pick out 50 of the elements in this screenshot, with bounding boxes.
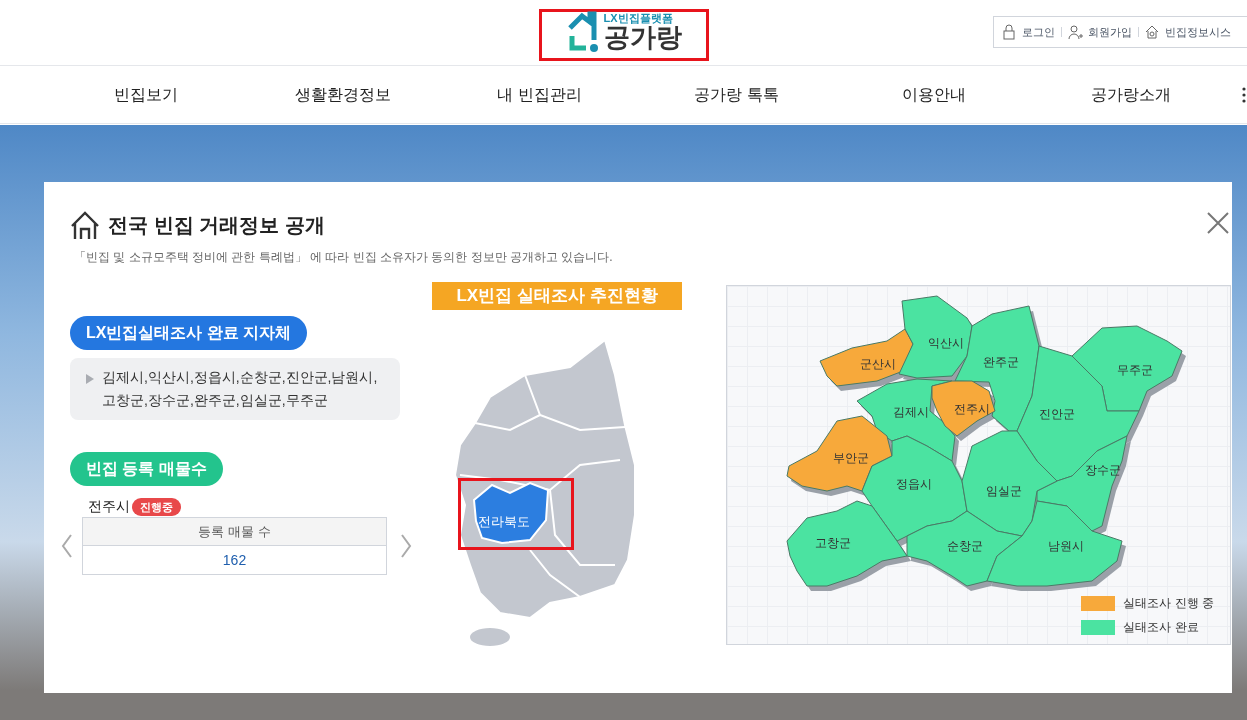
province-label: 전라북도 bbox=[478, 514, 530, 529]
region-label: 정읍시 bbox=[896, 477, 932, 491]
house-icon bbox=[1145, 24, 1161, 40]
nav-link[interactable]: 공가랑 톡톡 bbox=[638, 82, 835, 107]
region-label: 익산시 bbox=[928, 336, 964, 350]
modal-title: 전국 빈집 거래정보 공개 bbox=[108, 213, 325, 238]
nav-link[interactable]: 이용안내 bbox=[835, 82, 1032, 107]
region-label: 김제시 bbox=[893, 405, 929, 419]
nav-link[interactable]: 공가랑소개 bbox=[1032, 82, 1229, 107]
nav-link[interactable]: 내 빈집관리 bbox=[441, 82, 638, 107]
district-list-line: 김제시,익산시,정읍시,순창군,진안군,남원시, bbox=[102, 368, 378, 387]
map-title: LX빈집 실태조사 추진현황 bbox=[432, 282, 682, 310]
utility-link[interactable]: 로그인 bbox=[1002, 23, 1055, 41]
section-heading: 빈집 등록 매물수 bbox=[70, 452, 223, 486]
region-label: 부안군 bbox=[833, 451, 869, 465]
user-plus-icon bbox=[1068, 24, 1084, 40]
region-label: 무주군 bbox=[1117, 363, 1153, 377]
region-label: 전주시 bbox=[954, 402, 990, 416]
chevron-left-icon bbox=[60, 533, 74, 559]
region-label: 진안군 bbox=[1039, 407, 1075, 421]
close-button[interactable] bbox=[1206, 210, 1232, 236]
triangle-bullet-icon bbox=[86, 374, 94, 384]
nav-link[interactable]: 빈집보기 bbox=[47, 82, 244, 107]
logo[interactable]: LX빈집플랫폼 공가랑 bbox=[538, 8, 709, 61]
logo-text: 공가랑 bbox=[603, 23, 682, 50]
region-label: 장수군 bbox=[1085, 463, 1121, 477]
modal-subtitle: 「빈집 및 소규모주택 정비에 관한 특례법」 에 따라 빈집 소유자가 동의한 정보만 공개하고 있습니다. bbox=[74, 249, 613, 266]
chevron-right-icon bbox=[399, 533, 413, 559]
city-name: 전주시 bbox=[88, 497, 130, 516]
utility-link[interactable]: 빈집정보시스 bbox=[1145, 23, 1231, 41]
region-label: 고창군 bbox=[815, 536, 851, 550]
lock-icon bbox=[1002, 24, 1018, 40]
nav-link[interactable]: 생활환경정보 bbox=[244, 82, 441, 107]
utility-link[interactable]: 회원가입 bbox=[1068, 23, 1132, 41]
house-icon bbox=[70, 210, 100, 240]
table-cell-text: 162 bbox=[221, 551, 248, 570]
legend-label: 실태조사 진행 중 bbox=[1123, 595, 1214, 612]
district-list-line: 고창군,장수군,완주군,임실군,무주군 bbox=[102, 391, 329, 410]
more-menu-icon bbox=[1242, 87, 1246, 103]
region-label: 남원시 bbox=[1048, 539, 1084, 553]
logo-tagline: LX빈집플랫폼 bbox=[603, 12, 674, 24]
status-badge: 진행중 bbox=[132, 497, 181, 516]
region-label: 완주군 bbox=[983, 355, 1019, 369]
legend-label: 실태조사 완료 bbox=[1123, 619, 1199, 636]
table-header-cell: 등록 매물 수 bbox=[83, 518, 386, 546]
region-label: 임실군 bbox=[986, 484, 1022, 498]
region-label: 군산시 bbox=[860, 357, 896, 371]
section-heading: LX빈집실태조사 완료 지자체 bbox=[70, 316, 308, 350]
close-icon bbox=[1206, 211, 1230, 235]
region-label: 순창군 bbox=[947, 539, 983, 553]
